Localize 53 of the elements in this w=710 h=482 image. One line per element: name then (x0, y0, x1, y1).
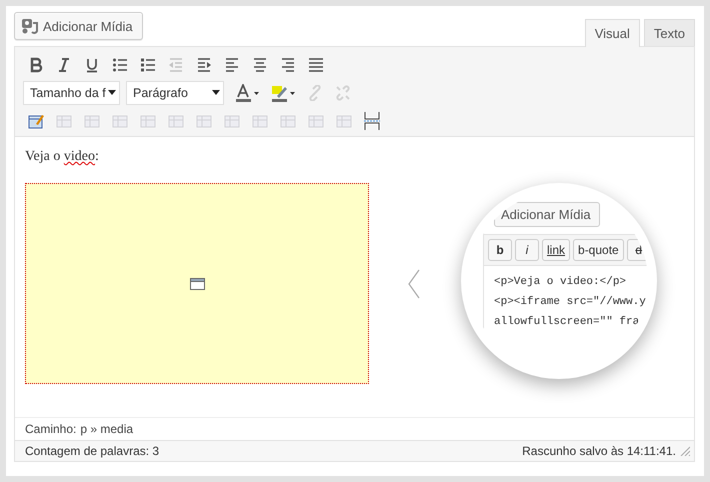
align-center-icon (252, 56, 268, 72)
table-icon (168, 112, 184, 128)
table-icon (140, 112, 156, 128)
italic-icon (56, 56, 72, 72)
align-right-icon (280, 56, 296, 72)
underline-icon (84, 56, 100, 72)
bold-icon (28, 56, 44, 72)
content-paragraph: Veja o video: (25, 149, 100, 165)
bullet-list-icon (112, 56, 128, 72)
code-line: <p>Veja o video:</p> (494, 276, 628, 288)
editor-tab[interactable]: Texto (644, 19, 695, 46)
unlink-icon (335, 84, 351, 100)
element-path: p » media (80, 422, 134, 436)
path-label: Caminho: (25, 422, 76, 436)
justify-icon (308, 56, 324, 72)
table-edit-icon (28, 112, 44, 128)
code-line: <p><iframe src="//www.y (494, 296, 647, 308)
quicktag-button[interactable]: b (488, 239, 512, 261)
resize-grip-icon[interactable] (680, 446, 690, 456)
table-icon (224, 112, 240, 128)
add-media-button[interactable]: Adicionar Mídia (14, 12, 143, 40)
format-select[interactable]: Parágrafo (126, 80, 224, 104)
table-icon (308, 112, 324, 128)
quicktag-button[interactable]: d (626, 239, 648, 261)
caret-icon (212, 90, 220, 95)
quicktag-button[interactable]: link (542, 239, 570, 261)
quicktag-button[interactable]: b-quote (573, 239, 624, 261)
page-break-icon (364, 110, 380, 130)
embed-icon (190, 278, 204, 290)
draft-saved-text: Rascunho salvo às 14:11:41. (522, 444, 676, 458)
indent-icon (196, 56, 212, 72)
table-icon (84, 112, 100, 128)
word-count: Contagem de palavras: 3 (25, 444, 160, 458)
caret-icon (108, 90, 116, 95)
chevron-left-icon (408, 269, 420, 299)
editor-tab[interactable]: Visual (584, 19, 640, 47)
outdent-icon (168, 56, 184, 72)
media-icon (22, 18, 38, 34)
table-icon (252, 112, 268, 128)
font-size-select[interactable]: Tamanho da f (23, 80, 120, 104)
table-icon (56, 112, 72, 128)
table-icon (280, 112, 296, 128)
table-icon (196, 112, 212, 128)
align-left-icon (224, 56, 240, 72)
quicktag-button[interactable]: i (515, 239, 539, 261)
link-icon (307, 84, 323, 100)
code-line: allowfullscreen="" fra (494, 316, 640, 328)
numbered-list-icon (140, 56, 156, 72)
table-icon (336, 112, 352, 128)
highlight-icon (271, 84, 295, 102)
text-color-icon (235, 84, 259, 102)
table-icon (112, 112, 128, 128)
add-media-button[interactable]: Adicionar Mídia (494, 202, 600, 227)
